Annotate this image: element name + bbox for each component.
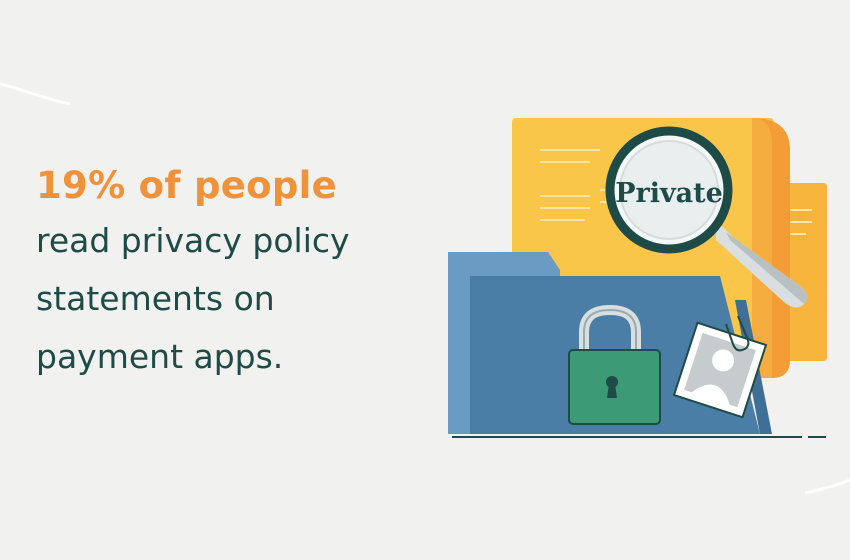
infographic-banner: 19% of people read privacy policy statem…	[0, 0, 850, 560]
magnifier-label: Private	[615, 178, 723, 209]
privacy-illustration: Private	[448, 118, 827, 438]
